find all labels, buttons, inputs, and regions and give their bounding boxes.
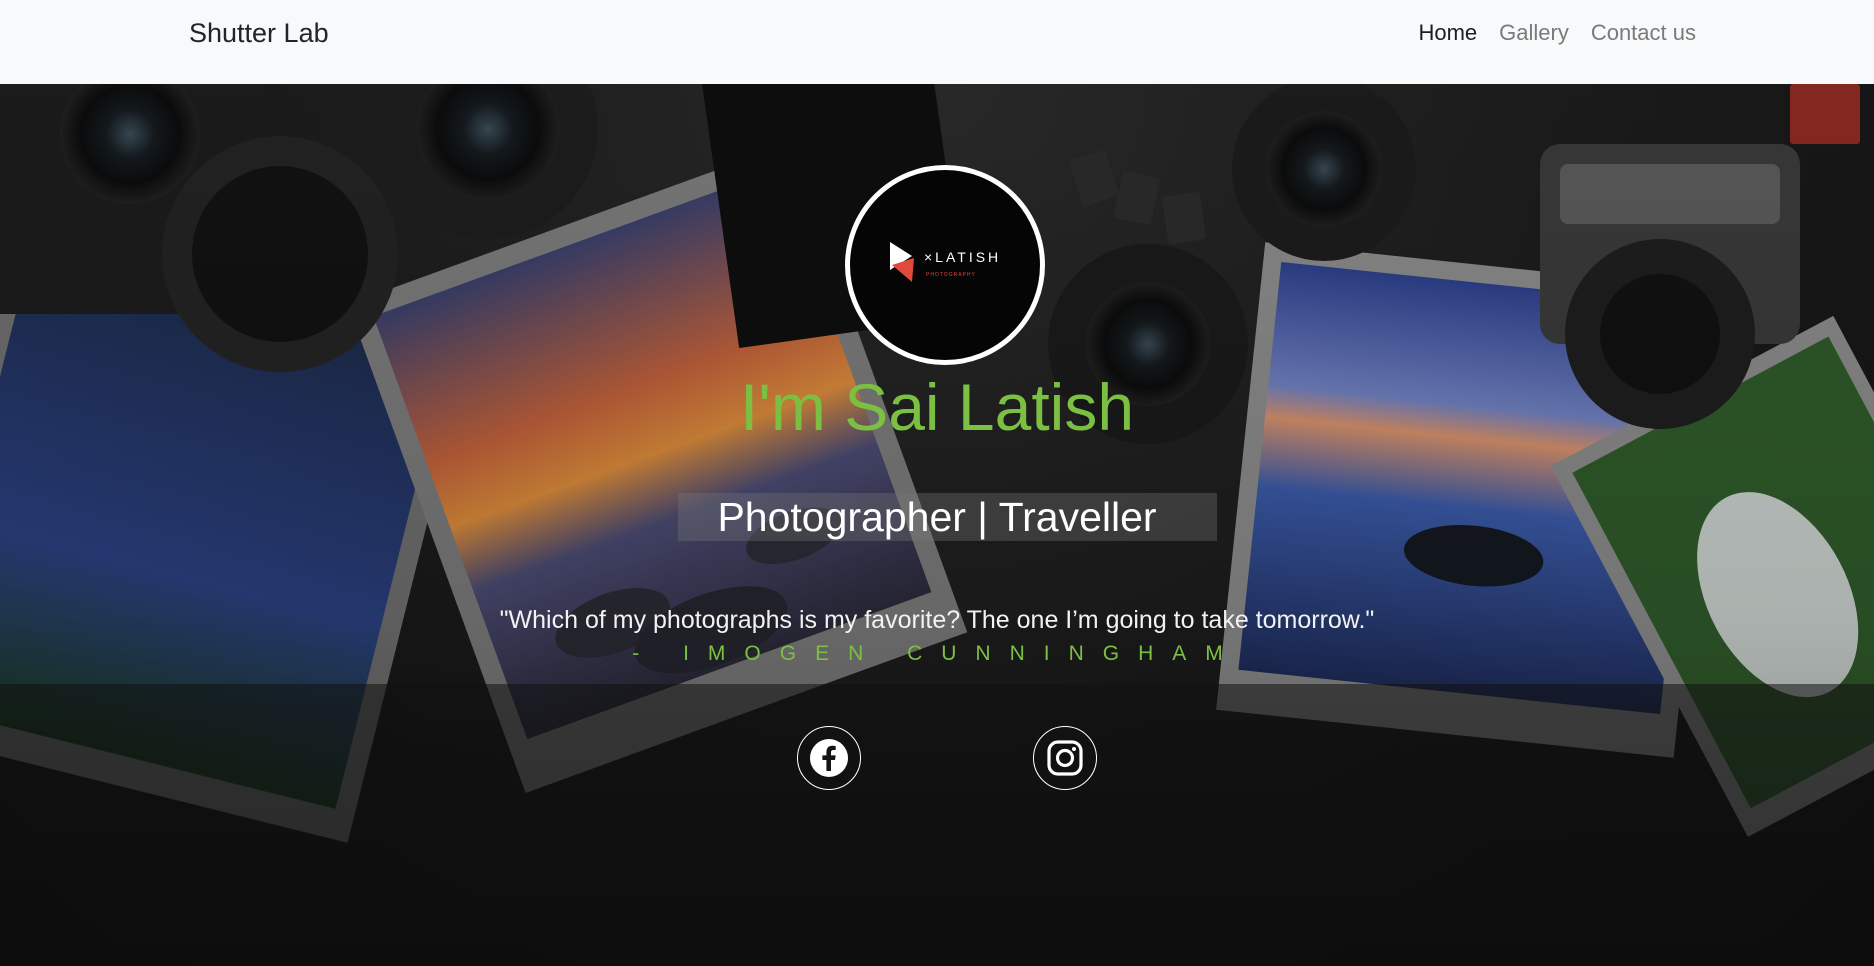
nav-link-contact[interactable]: Contact us (1591, 20, 1696, 46)
brand-link[interactable]: Shutter Lab (189, 18, 329, 49)
nav-link-gallery[interactable]: Gallery (1499, 20, 1569, 46)
nav-link-home[interactable]: Home (1418, 20, 1477, 46)
logo-wordmark: ×LATISH (924, 249, 1001, 265)
facebook-icon (810, 739, 848, 777)
brand-logo: ×LATISH PHOTOGRAPHY (845, 165, 1045, 365)
nav-links: Home Gallery Contact us (1396, 20, 1696, 46)
hero-quote: "Which of my photographs is my favorite?… (499, 606, 1375, 634)
facebook-button[interactable] (797, 726, 861, 790)
instagram-button[interactable] (1033, 726, 1097, 790)
instagram-icon (1047, 740, 1083, 776)
logo-tagline: PHOTOGRAPHY (926, 272, 976, 278)
quote-author: - IMOGEN CUNNINGHAM (632, 642, 1242, 665)
top-navbar: Shutter Lab Home Gallery Contact us (0, 0, 1874, 84)
hero-title: I'm Sai Latish (739, 370, 1135, 444)
hero-subtitle: Photographer | Traveller (717, 494, 1157, 540)
hero-section: ×LATISH PHOTOGRAPHY I'm Sai Latish Photo… (0, 84, 1874, 966)
